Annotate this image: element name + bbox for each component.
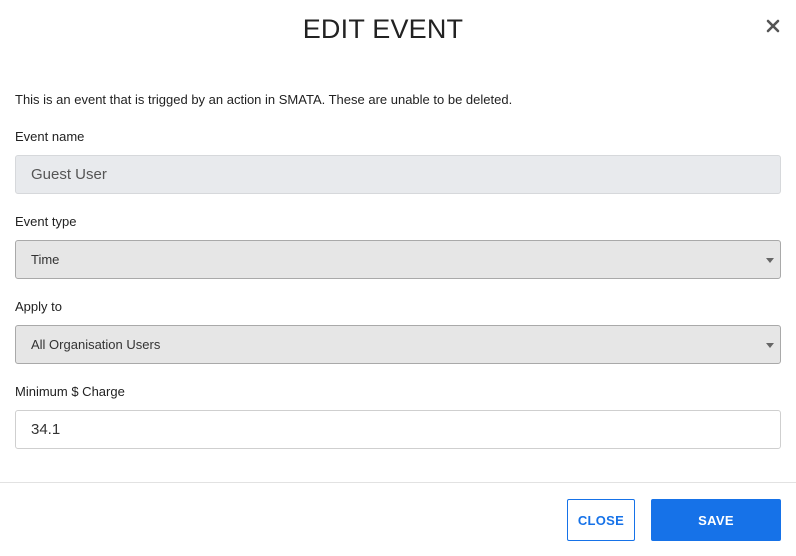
modal-title: EDIT EVENT xyxy=(302,14,464,44)
event-type-label: Event type xyxy=(15,214,77,229)
edit-event-modal: EDIT EVENT This is an event that is trig… xyxy=(0,0,796,556)
info-text: This is an event that is trigged by an a… xyxy=(15,92,513,107)
minimum-charge-label: Minimum $ Charge xyxy=(15,384,125,399)
close-button[interactable]: CLOSE xyxy=(567,499,635,541)
minimum-charge-value: 34.1 xyxy=(31,421,61,438)
footer-divider xyxy=(0,482,796,483)
apply-to-value: All Organisation Users xyxy=(31,337,161,352)
event-name-value: Guest User xyxy=(31,166,107,183)
apply-to-label: Apply to xyxy=(15,299,62,314)
modal-body: This is an event that is trigged by an a… xyxy=(15,92,781,449)
apply-to-select[interactable]: All Organisation Users xyxy=(15,325,781,364)
event-name-field: Guest User xyxy=(15,155,781,194)
chevron-down-icon xyxy=(766,343,774,348)
event-name-label: Event name xyxy=(15,129,85,144)
save-button[interactable]: SAVE xyxy=(651,499,781,541)
minimum-charge-input[interactable]: 34.1 xyxy=(15,410,781,449)
event-type-select[interactable]: Time xyxy=(15,240,781,279)
chevron-down-icon xyxy=(766,258,774,263)
event-type-value: Time xyxy=(31,252,60,267)
close-icon[interactable] xyxy=(764,17,782,35)
